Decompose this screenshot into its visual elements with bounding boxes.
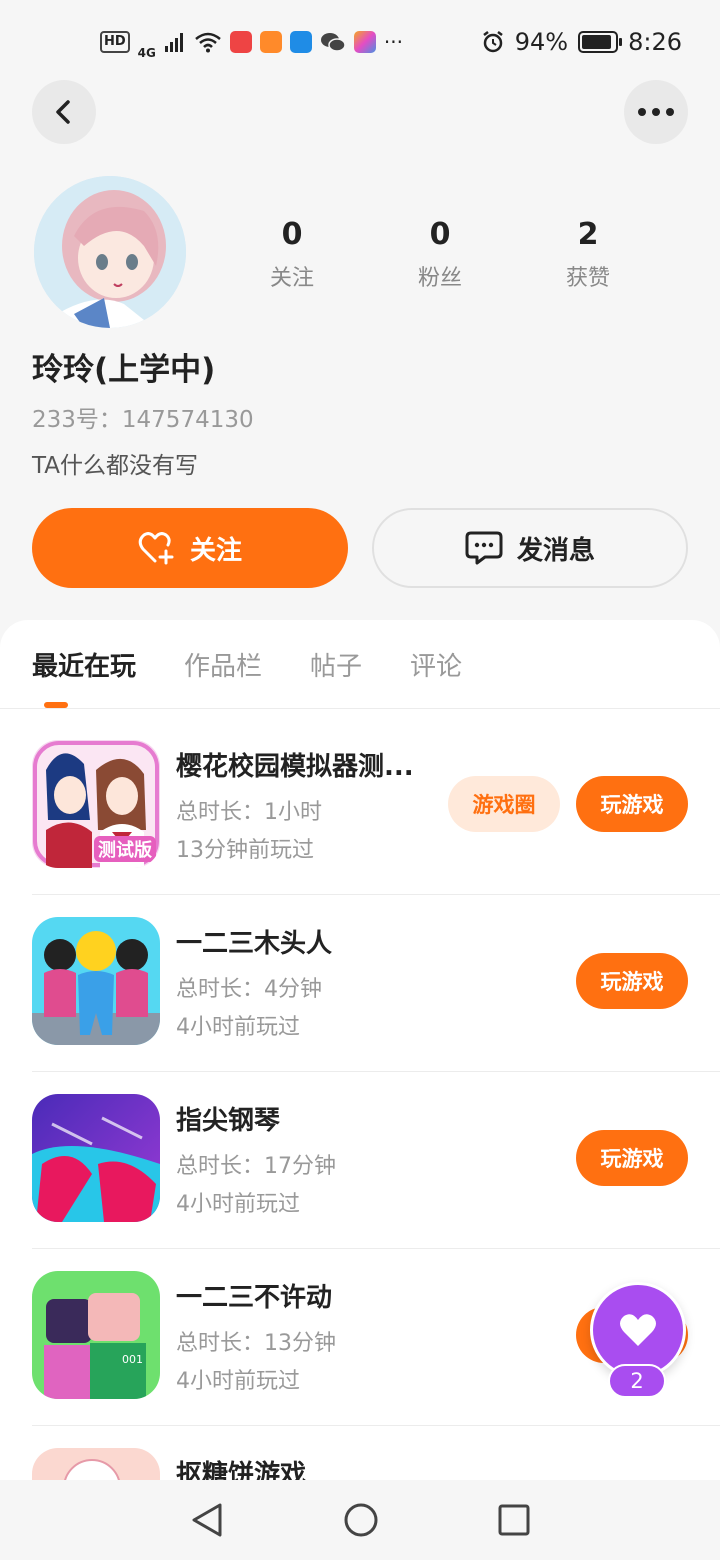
tab-divider xyxy=(0,708,720,709)
stat-label: 粉丝 xyxy=(417,266,462,291)
game-duration: 总时长：17分钟 xyxy=(176,1154,336,1179)
game-icon: 001 xyxy=(32,1271,160,1399)
play-game-button[interactable]: 玩游戏 xyxy=(576,953,688,1009)
nav-home-icon[interactable] xyxy=(343,1502,379,1538)
wechat-icon xyxy=(320,33,346,52)
stat-label: 关注 xyxy=(269,266,314,291)
app-notification-icon xyxy=(229,31,252,53)
avatar[interactable] xyxy=(34,176,186,328)
game-name: 一二三木头人 xyxy=(176,929,333,959)
network-type: 4G xyxy=(137,46,156,60)
tab-works[interactable]: 作品栏 xyxy=(184,646,262,683)
message-button[interactable]: 发消息 xyxy=(372,508,688,588)
play-game-button[interactable]: 玩游戏 xyxy=(576,1130,688,1186)
stat-value: 2 xyxy=(577,217,599,252)
more-dots-icon xyxy=(638,108,674,116)
chat-bubble-icon xyxy=(465,531,503,565)
signal-icon xyxy=(164,33,183,52)
stat-value: 0 xyxy=(281,217,303,252)
store-app-icon xyxy=(353,31,376,53)
more-notifications: ··· xyxy=(383,30,403,54)
game-name: 指尖钢琴 xyxy=(176,1106,281,1136)
uid-value: 147574130 xyxy=(121,407,254,433)
game-name: 一二三不许动 xyxy=(176,1283,333,1313)
nav-back-icon[interactable] xyxy=(190,1502,224,1538)
avatar-image xyxy=(34,176,186,328)
tab-posts[interactable]: 帖子 xyxy=(310,646,362,683)
follow-button[interactable]: 关注 xyxy=(32,508,348,588)
game-last-played: 4小时前玩过 xyxy=(176,1369,300,1394)
uid-label: 233号： xyxy=(32,407,122,433)
system-nav-bar xyxy=(0,1480,720,1560)
test-version-badge: 测试版 xyxy=(94,836,156,862)
game-circle-button[interactable]: 游戏圈 xyxy=(448,776,560,832)
status-right: 94% 8:26 xyxy=(481,28,682,56)
game-name: 樱花校园模拟器测... xyxy=(176,752,414,782)
tab-recent-played[interactable]: 最近在玩 xyxy=(32,646,136,683)
profile-bio: TA什么都没有写 xyxy=(32,453,198,479)
game-icon xyxy=(32,917,160,1045)
message-label: 发消息 xyxy=(516,535,595,566)
battery-icon xyxy=(578,31,623,53)
heart-icon xyxy=(620,1314,656,1346)
nav-recents-icon[interactable] xyxy=(498,1504,530,1536)
wifi-icon xyxy=(195,32,221,53)
game-icon xyxy=(32,1094,160,1222)
profile-uid: 233号：147574130 xyxy=(32,400,254,434)
status-left: HD 4G ··· xyxy=(100,24,403,60)
profile-name: 玲玲(上学中) xyxy=(32,352,216,388)
back-arrow-icon xyxy=(56,100,70,124)
game-duration: 总时长：1小时 xyxy=(176,800,322,825)
game-last-played: 4小时前玩过 xyxy=(176,1192,300,1217)
follow-label: 关注 xyxy=(189,535,242,566)
tab-bar: 最近在玩 作品栏 帖子 评论 xyxy=(32,646,462,683)
game-duration: 总时长：13分钟 xyxy=(176,1331,336,1356)
stat-value: 0 xyxy=(429,217,451,252)
like-count-badge: 2 xyxy=(608,1364,666,1398)
heart-plus-icon xyxy=(138,532,174,565)
tab-comments[interactable]: 评论 xyxy=(410,646,462,683)
game-last-played: 4小时前玩过 xyxy=(176,1015,300,1040)
game-last-played: 13分钟前玩过 xyxy=(176,838,314,863)
game-duration: 总时长：4分钟 xyxy=(176,977,322,1002)
game-row[interactable]: 一二三木头人 总时长：4分钟 4小时前玩过 玩游戏 xyxy=(0,895,720,1072)
back-button[interactable] xyxy=(32,80,96,144)
play-game-button[interactable]: 玩游戏 xyxy=(576,776,688,832)
game-icon: 测试版 xyxy=(32,740,160,868)
more-button[interactable] xyxy=(624,80,688,144)
profile-stats: 0 关注 0 粉丝 2 获赞 xyxy=(218,214,662,292)
status-bar: HD 4G ··· 94% 8:26 xyxy=(0,0,720,84)
battery-percent: 94% xyxy=(514,28,569,56)
content-card: 最近在玩 作品栏 帖子 评论 测试版 樱花校园模拟器测... 总时长：1小时 1… xyxy=(0,620,720,1560)
hd-indicator: HD xyxy=(100,31,130,53)
stat-fans[interactable]: 0 粉丝 xyxy=(366,214,514,292)
stat-following[interactable]: 0 关注 xyxy=(218,214,366,292)
player-number-badge: 001 xyxy=(122,1353,143,1366)
stat-likes[interactable]: 2 获赞 xyxy=(514,214,662,292)
stat-label: 获赞 xyxy=(565,266,610,291)
alarm-icon xyxy=(483,31,503,53)
clock: 8:26 xyxy=(628,28,682,56)
video-app-icon xyxy=(259,31,282,53)
bird-app-icon xyxy=(289,31,312,53)
game-row[interactable]: 指尖钢琴 总时长：17分钟 4小时前玩过 玩游戏 xyxy=(0,1072,720,1249)
game-row[interactable]: 测试版 樱花校园模拟器测... 总时长：1小时 13分钟前玩过 游戏圈 玩游戏 xyxy=(0,718,720,895)
battery-level xyxy=(582,35,612,49)
